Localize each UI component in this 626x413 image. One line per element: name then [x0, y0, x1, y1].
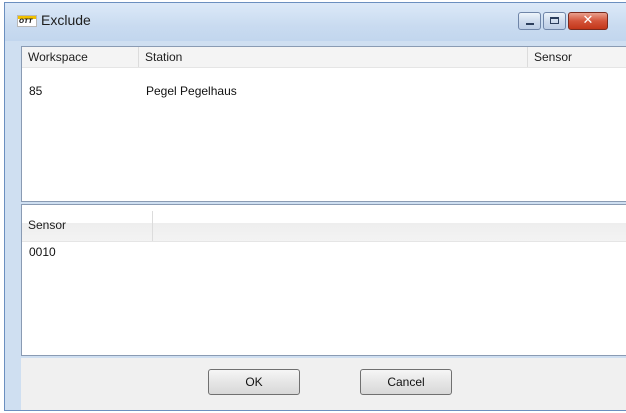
cell-workspace: 85 — [29, 84, 43, 98]
maximize-button[interactable] — [543, 12, 566, 30]
cancel-button[interactable]: Cancel — [360, 369, 452, 395]
minimize-button[interactable] — [518, 12, 541, 30]
column-header-sensor[interactable]: Sensor — [528, 47, 626, 67]
stations-grid[interactable]: Workspace Station Sensor 85 Pegel Pegelh… — [21, 46, 626, 202]
title-bar[interactable]: OTT Exclude ✕ — [5, 3, 626, 41]
ok-button[interactable]: OK — [208, 369, 300, 395]
sensors-grid[interactable]: Sensor 0010 — [21, 204, 626, 356]
app-icon-label: OTT — [19, 18, 33, 25]
maximize-icon — [550, 17, 559, 24]
minimize-icon — [526, 23, 534, 25]
grid-header: Workspace Station Sensor — [22, 47, 626, 68]
exclude-dialog: OTT Exclude ✕ Workspace Station Sensor 8… — [4, 2, 626, 411]
cell-station: Pegel Pegelhaus — [146, 84, 237, 98]
window-title: Exclude — [41, 12, 91, 28]
close-icon: ✕ — [582, 13, 594, 28]
column-header-station[interactable]: Station — [139, 47, 528, 67]
grid-header: Sensor — [22, 211, 626, 242]
button-bar: OK Cancel — [21, 358, 626, 410]
app-icon: OTT — [17, 15, 37, 27]
column-header-sensor[interactable]: Sensor — [22, 211, 153, 241]
close-button[interactable]: ✕ — [568, 12, 608, 30]
column-header-workspace[interactable]: Workspace — [22, 47, 139, 67]
cell-sensor: 0010 — [29, 245, 56, 259]
